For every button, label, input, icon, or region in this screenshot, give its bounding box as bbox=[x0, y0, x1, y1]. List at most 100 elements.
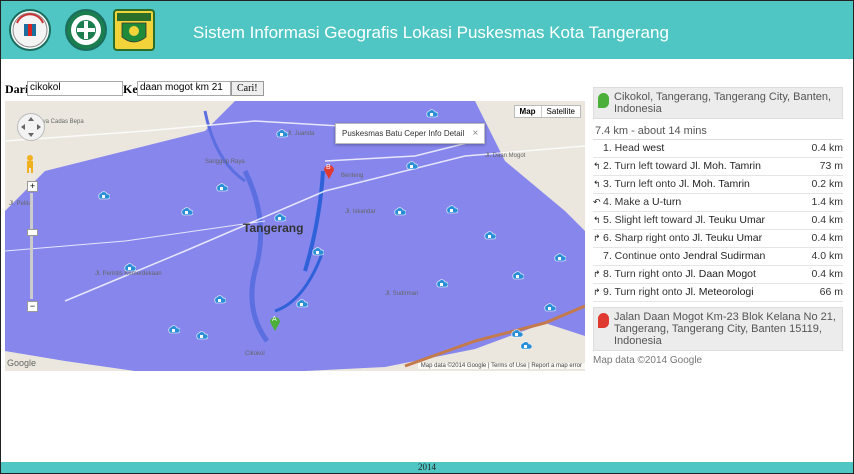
report-error-link[interactable]: Report a map error bbox=[531, 363, 582, 369]
step-distance: 0.4 km bbox=[811, 142, 843, 154]
turn-icon: ↰ bbox=[593, 215, 601, 225]
direction-step[interactable]: 7. Continue onto Jendral Sudirman 4.0 km bbox=[593, 248, 843, 266]
clinic-marker-icon[interactable] bbox=[553, 251, 567, 263]
map-type-satellite-button[interactable]: Satellite bbox=[542, 106, 580, 117]
step-distance: 4.0 km bbox=[811, 250, 843, 262]
step-street: west bbox=[642, 142, 665, 154]
road-label: Jl. Sudirman bbox=[385, 291, 419, 297]
step-distance: 66 m bbox=[819, 286, 843, 298]
map-type-control: Map Satellite bbox=[513, 105, 581, 118]
page-title: Sistem Informasi Geografis Lokasi Puskes… bbox=[193, 23, 669, 42]
clinic-marker-icon[interactable] bbox=[445, 203, 459, 215]
direction-step[interactable]: ↱ 8. Turn right onto Jl. Daan Mogot 0.4 km bbox=[593, 266, 843, 284]
map-copyright: Map data ©2014 Google bbox=[593, 355, 703, 366]
map-type-map-button[interactable]: Map bbox=[515, 106, 542, 117]
step-street: Jl. Daan Mogot bbox=[685, 268, 756, 280]
search-button[interactable]: Cari! bbox=[231, 81, 264, 96]
step-street: Jl. Moh. Tamrin bbox=[678, 178, 750, 190]
clinic-marker-icon[interactable] bbox=[425, 107, 439, 119]
turn-icon: ↱ bbox=[593, 269, 601, 279]
kota-tangerang-logo bbox=[113, 9, 155, 51]
clinic-marker-icon[interactable] bbox=[483, 229, 497, 241]
marker-b[interactable]: B bbox=[323, 163, 335, 179]
close-icon[interactable]: × bbox=[473, 128, 479, 139]
to-label: Ke bbox=[123, 82, 138, 96]
marker-b-icon bbox=[598, 313, 609, 328]
clinic-marker-icon[interactable] bbox=[167, 323, 181, 335]
clinic-marker-icon[interactable] bbox=[510, 327, 524, 339]
clinic-marker-icon[interactable] bbox=[543, 301, 557, 313]
clinic-marker-icon[interactable] bbox=[311, 245, 325, 257]
clinic-marker-icon[interactable] bbox=[273, 211, 287, 223]
clinic-marker-icon[interactable] bbox=[213, 293, 227, 305]
zoom-in-button[interactable]: + bbox=[27, 181, 38, 192]
clinic-marker-icon[interactable] bbox=[231, 369, 244, 371]
clinic-marker-icon[interactable] bbox=[97, 189, 111, 201]
turn-icon: ↰ bbox=[593, 179, 601, 189]
map-attribution: Map data ©2014 Google | Terms of Use | R… bbox=[417, 363, 585, 369]
clinic-marker-icon[interactable] bbox=[275, 127, 289, 139]
step-text: 4. Make a U-turn bbox=[603, 196, 682, 208]
bakti-husada-logo bbox=[65, 9, 107, 51]
clinic-marker-icon[interactable] bbox=[393, 205, 407, 217]
terms-link[interactable]: Terms of Use bbox=[491, 363, 526, 369]
step-street: Jl. Teuku Umar bbox=[695, 214, 766, 226]
map-canvas[interactable]: Raya Cadas Bepa Jl. Juanda Jl. Daan Mogo… bbox=[5, 101, 585, 371]
direction-step[interactable]: ↰ 5. Slight left toward Jl. Teuku Umar 0.4… bbox=[593, 212, 843, 230]
route-summary: 7.4 km - about 14 mins bbox=[593, 119, 843, 140]
pan-control[interactable] bbox=[17, 113, 45, 141]
direction-step[interactable]: ↰ 2. Turn left toward Jl. Moh. Tamrin 73 m bbox=[593, 158, 843, 176]
clinic-marker-icon[interactable] bbox=[195, 329, 209, 341]
zoom-slider-track[interactable] bbox=[30, 193, 33, 299]
road-label: Jl. Pelita bbox=[9, 201, 32, 207]
clinic-marker-icon[interactable] bbox=[405, 159, 419, 171]
step-distance: 0.4 km bbox=[811, 268, 843, 280]
direction-step[interactable]: ↱ 9. Turn right onto Jl. Meteorologi 66 m bbox=[593, 284, 843, 302]
step-text: 5. Slight left toward Jl. Teuku Umar bbox=[603, 214, 766, 226]
start-address: Cikokol, Tangerang, Tangerang City, Bant… bbox=[614, 91, 832, 115]
info-window-title: Puskesmas Batu Ceper Info Detail bbox=[342, 129, 465, 138]
clinic-marker-icon[interactable] bbox=[215, 181, 229, 193]
google-logo: Google bbox=[7, 358, 37, 368]
to-input[interactable]: daan mogot km 21 bbox=[137, 81, 231, 96]
direction-step[interactable]: ↰ 3. Turn left onto Jl. Moh. Tamrin 0.2 km bbox=[593, 176, 843, 194]
stmik-raharja-logo bbox=[9, 9, 51, 51]
clinic-marker-icon[interactable] bbox=[511, 269, 525, 281]
clinic-marker-icon[interactable] bbox=[180, 205, 194, 217]
step-street: Jl. Meteorologi bbox=[685, 286, 754, 298]
turn-icon: ↱ bbox=[593, 233, 601, 243]
from-label: Dari bbox=[5, 82, 29, 96]
marker-b-label: B bbox=[326, 164, 331, 171]
start-address-box: Cikokol, Tangerang, Tangerang City, Bant… bbox=[593, 87, 843, 119]
step-text: 1. Head west bbox=[603, 142, 665, 154]
direction-step[interactable]: 1. Head west 0.4 km bbox=[593, 140, 843, 158]
turn-icon: ↰ bbox=[593, 161, 601, 171]
zoom-slider-handle[interactable] bbox=[27, 229, 38, 236]
step-distance: 1.4 km bbox=[811, 196, 843, 208]
marker-a-label: A bbox=[272, 316, 277, 323]
road-label: Jl. Juanda bbox=[287, 131, 315, 137]
road-label: Sanggup Raya bbox=[205, 159, 245, 165]
from-input[interactable]: cikokol bbox=[27, 81, 123, 96]
direction-step[interactable]: ↱ 6. Sharp right onto Jl. Teuku Umar 0.4 k… bbox=[593, 230, 843, 248]
marker-a-icon bbox=[598, 93, 609, 108]
clinic-marker-icon[interactable] bbox=[519, 339, 533, 351]
step-distance: 0.4 km bbox=[811, 232, 843, 244]
zoom-out-button[interactable]: − bbox=[27, 301, 38, 312]
step-street: Jendral Sudirman bbox=[682, 250, 766, 262]
pegman-icon[interactable] bbox=[25, 155, 35, 173]
direction-step[interactable]: ↶ 4. Make a U-turn 1.4 km bbox=[593, 194, 843, 212]
clinic-marker-icon[interactable] bbox=[435, 277, 449, 289]
road-label: Jl. Daan Mogot bbox=[485, 153, 526, 159]
clinic-marker-icon[interactable] bbox=[123, 261, 137, 273]
step-distance: 73 m bbox=[819, 160, 843, 172]
turn-icon bbox=[593, 248, 603, 265]
step-distance: 0.2 km bbox=[811, 178, 843, 190]
header-bar: Sistem Informasi Geografis Lokasi Puskes… bbox=[1, 1, 853, 59]
step-street: Jl. Moh. Tamrin bbox=[689, 160, 761, 172]
marker-a[interactable]: A bbox=[269, 315, 281, 331]
clinic-marker-icon[interactable] bbox=[295, 297, 309, 309]
steps-list: 1. Head west 0.4 km ↰ 2. Turn left toward J… bbox=[593, 140, 843, 302]
map-graphics bbox=[5, 101, 585, 371]
step-street: Jl. Teuku Umar bbox=[692, 232, 763, 244]
